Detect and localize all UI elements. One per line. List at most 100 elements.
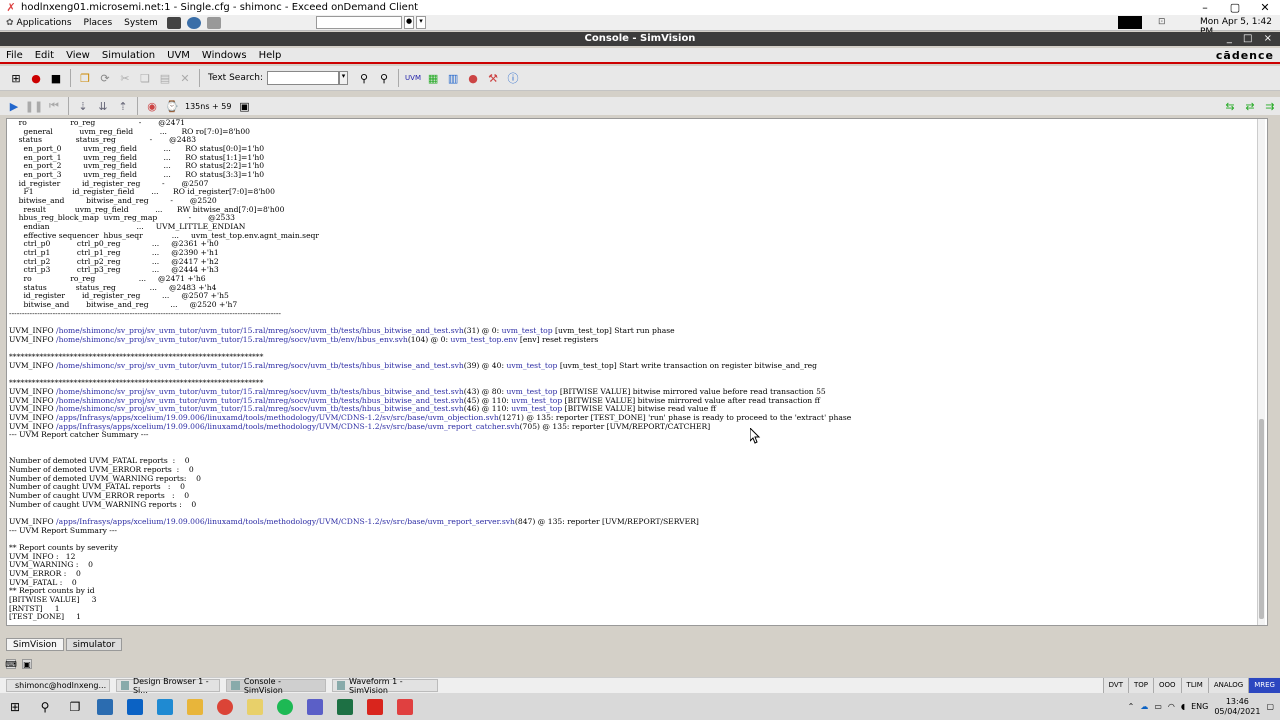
teams-icon[interactable] [300, 693, 330, 720]
uvm-tools-icon[interactable]: ⚒ [485, 70, 501, 86]
record-icon[interactable]: ● [28, 70, 44, 86]
minimize-button[interactable]: – [1190, 1, 1220, 14]
step-icon[interactable]: ⇣ [75, 98, 91, 114]
menu-uvm[interactable]: UVM [161, 50, 196, 61]
status-mreg[interactable]: MREG [1248, 678, 1280, 694]
menu-file[interactable]: File [0, 50, 29, 61]
time-icon[interactable]: ⌚ [164, 98, 180, 114]
status-dvt[interactable]: DVT [1102, 678, 1128, 694]
menu-view[interactable]: View [60, 50, 96, 61]
windows-start-icon[interactable]: ⊞ [0, 693, 30, 720]
console-output[interactable]: ro ro_reg - @2471 general uvm_reg_field … [6, 118, 1268, 626]
console-path[interactable]: /home/shimonc/sv_proj/sv_uvm_tutor/uvm_t… [56, 327, 464, 335]
close-button[interactable]: ✕ [1250, 1, 1280, 14]
status-analog[interactable]: ANALOG [1207, 678, 1249, 694]
command-icon[interactable]: ⌨ [5, 659, 17, 669]
outlook-icon[interactable] [120, 693, 150, 720]
paste-icon[interactable]: ▤ [157, 70, 173, 86]
excel-icon[interactable] [330, 693, 360, 720]
console-scrollbar[interactable] [1257, 119, 1265, 625]
console-path[interactable]: /apps/Infrasys/apps/xcelium/19.09.006/li… [56, 423, 520, 431]
delete-icon[interactable]: ✕ [177, 70, 193, 86]
task-design-browser[interactable]: Design Browser 1 - Si... [116, 677, 220, 695]
status-ooo[interactable]: OOO [1153, 678, 1181, 694]
sim-control-icon[interactable]: ⊞ [8, 70, 24, 86]
tray-chevron-icon[interactable]: ⌃ [1128, 702, 1135, 711]
send-to-schematic-icon[interactable]: ⇄ [1242, 98, 1258, 114]
vscode-icon[interactable] [150, 693, 180, 720]
send-to-browser-icon[interactable]: ⇉ [1262, 98, 1278, 114]
browser-launcher-icon[interactable] [186, 16, 201, 29]
info-icon[interactable]: ⓘ [505, 70, 521, 86]
system-menu[interactable]: System [118, 18, 164, 28]
wifi-icon[interactable]: ◠ [1168, 702, 1175, 711]
status-tlim[interactable]: TLIM [1180, 678, 1208, 694]
uvm-toolbar-icon[interactable]: UVM [405, 70, 421, 86]
cut-icon[interactable]: ✂ [117, 70, 133, 86]
rewind-icon[interactable]: ⏮ [46, 98, 62, 114]
panel-drop-button[interactable]: ▾ [416, 16, 426, 29]
notifications-icon[interactable]: ▢ [1266, 702, 1274, 711]
uvm-tree-icon[interactable]: ▦ [425, 70, 441, 86]
mail-launcher-icon[interactable] [206, 16, 221, 29]
console-path[interactable]: uvm_test_top [511, 405, 562, 413]
search-icon[interactable]: ⚲ [30, 693, 60, 720]
copy-icon[interactable]: ❏ [137, 70, 153, 86]
terminal-launcher-icon[interactable] [166, 16, 181, 29]
text-search-input[interactable] [267, 71, 340, 85]
scrollbar-thumb[interactable] [1259, 419, 1264, 619]
volume-icon[interactable]: ◖ [1181, 702, 1185, 711]
network-icon[interactable]: ⊡ [1158, 17, 1174, 28]
breakpoint-icon[interactable]: ◉ [144, 98, 160, 114]
places-menu[interactable]: Places [78, 18, 119, 28]
text-search-dropdown[interactable]: ▾ [339, 71, 349, 85]
menu-simulation[interactable]: Simulation [96, 50, 161, 61]
console-path[interactable]: /home/shimonc/sv_proj/sv_uvm_tutor/uvm_t… [56, 405, 464, 413]
explorer-icon[interactable] [180, 693, 210, 720]
console-path[interactable]: /apps/Infrasys/apps/xcelium/19.09.006/li… [56, 518, 515, 526]
step-into-icon[interactable]: ⇊ [95, 98, 111, 114]
uvm-debug-icon[interactable]: ● [465, 70, 481, 86]
console-path[interactable]: uvm_test_top [511, 397, 562, 405]
open-icon[interactable]: ❐ [77, 70, 93, 86]
panel-dot-button[interactable]: ● [404, 16, 414, 29]
console-window-controls[interactable]: _ □ × [1227, 32, 1276, 46]
language-indicator[interactable]: ENG [1191, 702, 1208, 711]
console-path[interactable]: /home/shimonc/sv_proj/sv_uvm_tutor/uvm_t… [56, 362, 464, 370]
save-icon[interactable]: ▣ [22, 659, 32, 669]
task-waveform[interactable]: Waveform 1 - SimVision [332, 677, 438, 695]
menu-edit[interactable]: Edit [29, 50, 60, 61]
step-out-icon[interactable]: ⇡ [115, 98, 131, 114]
menu-help[interactable]: Help [253, 50, 288, 61]
console-path[interactable]: uvm_test_top [502, 327, 553, 335]
uvm-config-icon[interactable]: ▥ [445, 70, 461, 86]
app-blue-icon[interactable] [90, 693, 120, 720]
chrome-icon[interactable] [210, 693, 240, 720]
stop-icon[interactable]: ■ [48, 70, 64, 86]
network-tray-icon[interactable]: ▭ [1154, 702, 1162, 711]
maximize-button[interactable]: ▢ [1220, 1, 1250, 14]
task-console[interactable]: Console - SimVision [226, 677, 326, 695]
binoculars-icon[interactable]: ⚲ [356, 70, 372, 86]
task-view-icon[interactable]: ❐ [60, 693, 90, 720]
recorder-icon[interactable] [390, 693, 420, 720]
tab-simvision[interactable]: SimVision [6, 638, 64, 651]
tab-simulator[interactable]: simulator [65, 638, 123, 651]
panel-search-input[interactable] [316, 16, 402, 29]
console-path[interactable]: /home/shimonc/sv_proj/sv_uvm_tutor/uvm_t… [56, 397, 464, 405]
pause-icon[interactable]: ❚❚ [25, 98, 43, 114]
find-next-icon[interactable]: ⚲ [376, 70, 392, 86]
menu-windows[interactable]: Windows [196, 50, 253, 61]
acrobat-icon[interactable] [360, 693, 390, 720]
time-units-icon[interactable]: ▣ [236, 98, 252, 114]
reload-icon[interactable]: ⟳ [97, 70, 113, 86]
tray-clock[interactable]: 13:46 05/04/2021 [1214, 697, 1260, 717]
console-path[interactable]: /apps/Infrasys/apps/xcelium/19.09.006/li… [56, 414, 499, 422]
exceed-icon[interactable] [240, 693, 270, 720]
task-terminal[interactable]: shimonc@hodlnxeng... [6, 679, 110, 692]
console-path[interactable]: uvm_test_top.env [450, 336, 517, 344]
applications-menu[interactable]: ✿ Applications [0, 18, 78, 28]
console-path[interactable]: /home/shimonc/sv_proj/sv_uvm_tutor/uvm_t… [56, 336, 408, 344]
run-icon[interactable]: ▶ [6, 98, 22, 114]
spotify-icon[interactable] [270, 693, 300, 720]
